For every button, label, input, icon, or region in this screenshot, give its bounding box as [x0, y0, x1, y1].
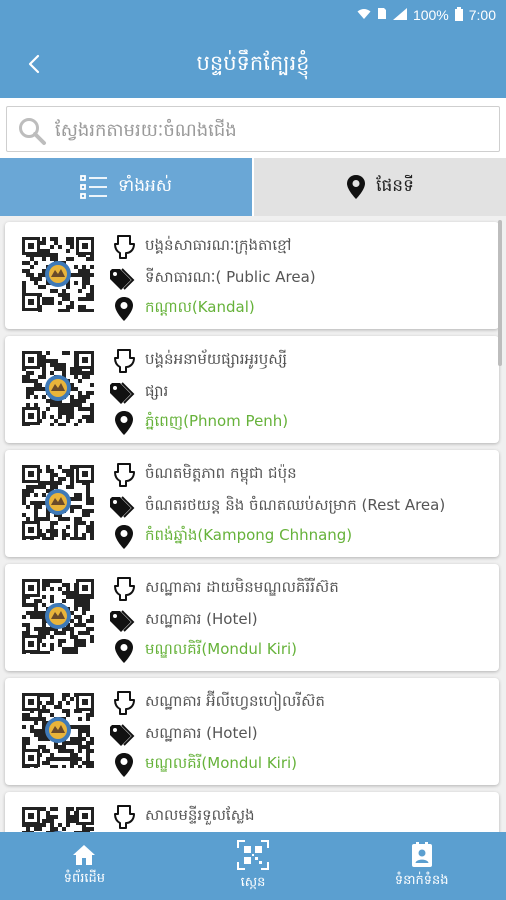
search-box[interactable]	[6, 106, 500, 152]
tab-map-label: ផែនទី	[376, 175, 414, 196]
item-name: បង្គន់អនាម័យផ្សារអូរឫស្សី	[145, 350, 288, 368]
item-name-row: សណ្ឋាគារ ដាយមិនមណ្ឌលគិរីរីស៊ត	[109, 576, 339, 602]
qr-code-icon	[21, 692, 95, 768]
location-pin-icon	[109, 296, 139, 322]
item-location: មណ្ឌលគិរី(Mondul Kiri)	[145, 640, 298, 658]
item-name-row: បង្គន់អនាម័យផ្សារអូរឫស្សី	[109, 348, 287, 374]
toilet-icon	[109, 804, 139, 830]
list-item[interactable]: សាលមន្ទីរទួលស្លែង	[5, 792, 499, 832]
item-location-row: មណ្ឌលគិរី(Mondul Kiri)	[109, 752, 297, 778]
view-tabs: ទាំងអស់ ផែនទី	[0, 158, 506, 216]
home-icon	[73, 844, 96, 865]
list-item[interactable]: បង្គន់អនាម័យផ្សារអូរឫស្សី ផ្សារ ភ្នំពេញ(…	[5, 336, 499, 443]
list-item[interactable]: សណ្ឋាគារ ដាយមិនមណ្ឌលគិរីរីស៊ត សណ្ឋាគារ (…	[5, 564, 499, 671]
location-pin-icon	[109, 752, 139, 778]
item-location: មណ្ឌលគិរី(Mondul Kiri)	[145, 754, 298, 772]
item-location-row: មណ្ឌលគិរី(Mondul Kiri)	[109, 638, 297, 664]
toilet-list: បង្គន់សាធារណៈក្រុងតាខ្មៅ ទីសាធារណៈ( Publ…	[0, 216, 506, 832]
tab-all[interactable]: ទាំងអស់	[0, 158, 252, 216]
item-name: សណ្ឋាគារ ដាយមិនមណ្ឌលគិរីរីស៊ត	[145, 578, 339, 596]
clock: 7:00	[468, 7, 496, 23]
qr-code-icon	[21, 578, 95, 654]
item-location-row: កំពង់ឆ្នាំង(Kampong Chhnang)	[109, 524, 352, 550]
item-location: កណ្តាល(Kandal)	[145, 298, 255, 316]
sim-icon	[377, 7, 387, 23]
app-bar: បន្ទប់ទឹកក្បែរខ្ញុំ	[0, 30, 506, 98]
wifi-icon	[357, 8, 371, 23]
bottom-nav: ទំព័រដើម ស្កេន ទំនាក់ទំនង	[0, 832, 506, 900]
tab-map[interactable]: ផែនទី	[252, 158, 506, 216]
item-category: ទីសាធារណៈ( Public Area)	[145, 268, 316, 286]
item-name: សាលមន្ទីរទួលស្លែង	[145, 806, 255, 824]
item-location-row: ភ្នំពេញ(Phnom Penh)	[109, 410, 288, 436]
qr-code-icon	[21, 464, 95, 540]
item-category-row: ចំណតរថយន្ត និង ចំណតឈប់សម្រាក (Rest Area)	[109, 494, 445, 520]
item-category-row: ទីសាធារណៈ( Public Area)	[109, 266, 316, 292]
battery-icon	[454, 6, 463, 24]
tab-all-label: ទាំងអស់	[118, 175, 172, 196]
contact-icon	[411, 841, 432, 867]
toilet-icon	[109, 234, 139, 260]
item-category: សណ្ឋាគារ (Hotel)	[145, 724, 258, 742]
page-title: បន្ទប់ទឹកក្បែរខ្ញុំ	[196, 51, 310, 75]
item-name-row: ចំណតមិត្តភាព កម្ពុជា ជប៉ុន	[109, 462, 297, 488]
item-category: ចំណតរថយន្ត និង ចំណតឈប់សម្រាក (Rest Area)	[145, 496, 446, 514]
nav-home[interactable]: ទំព័រដើម	[0, 832, 169, 900]
item-location-row: កណ្តាល(Kandal)	[109, 296, 255, 322]
item-category: សណ្ឋាគារ (Hotel)	[145, 610, 258, 628]
list-item[interactable]: បង្គន់សាធារណៈក្រុងតាខ្មៅ ទីសាធារណៈ( Publ…	[5, 222, 499, 329]
item-name-row: បង្គន់សាធារណៈក្រុងតាខ្មៅ	[109, 234, 291, 260]
status-bar: 100% 7:00	[0, 0, 506, 30]
qr-code-icon	[21, 350, 95, 426]
search-icon	[19, 118, 46, 145]
toilet-icon	[109, 462, 139, 488]
battery-level: 100%	[412, 7, 449, 23]
search-input[interactable]	[55, 113, 485, 147]
item-name: បង្គន់សាធារណៈក្រុងតាខ្មៅ	[145, 236, 292, 254]
toilet-icon	[109, 690, 139, 716]
toilet-icon	[109, 348, 139, 374]
item-name: សណ្ឋាគារ អ៊ីលីហ្វេនហៀលរីស៊ត	[145, 692, 325, 710]
nav-contact-label: ទំនាក់ទំនង	[394, 872, 449, 888]
item-name-row: សណ្ឋាគារ អ៊ីលីហ្វេនហៀលរីស៊ត	[109, 690, 325, 716]
qr-code-icon	[21, 236, 95, 312]
qr-scan-icon	[237, 839, 269, 870]
list-icon	[80, 175, 108, 199]
toilet-icon	[109, 576, 139, 602]
location-pin-icon	[109, 524, 139, 550]
tag-icon	[109, 722, 139, 748]
item-category: ផ្សារ	[145, 382, 169, 400]
location-pin-icon	[109, 410, 139, 436]
list-item[interactable]: ចំណតមិត្តភាព កម្ពុជា ជប៉ុន ចំណតរថយន្ត និ…	[5, 450, 499, 557]
nav-home-label: ទំព័រដើម	[63, 870, 105, 886]
list-item[interactable]: សណ្ឋាគារ អ៊ីលីហ្វេនហៀលរីស៊ត សណ្ឋាគារ (Ho…	[5, 678, 499, 785]
nav-contact[interactable]: ទំនាក់ទំនង	[337, 832, 506, 900]
tag-icon	[109, 266, 139, 292]
map-pin-icon	[347, 175, 366, 199]
item-name: ចំណតមិត្តភាព កម្ពុជា ជប៉ុន	[145, 464, 297, 482]
nav-scan-label: ស្កេន	[240, 874, 266, 890]
item-category-row: ផ្សារ	[109, 380, 168, 406]
scrollbar[interactable]	[498, 220, 502, 366]
nav-scan[interactable]: ស្កេន	[169, 832, 338, 900]
item-name-row: សាលមន្ទីរទួលស្លែង	[109, 804, 255, 830]
tag-icon	[109, 608, 139, 634]
tag-icon	[109, 380, 139, 406]
search-area	[0, 98, 506, 160]
tag-icon	[109, 494, 139, 520]
qr-code-icon	[21, 806, 95, 832]
item-location: ភ្នំពេញ(Phnom Penh)	[145, 412, 289, 430]
location-pin-icon	[109, 638, 139, 664]
signal-icon	[392, 7, 407, 23]
item-category-row: សណ្ឋាគារ (Hotel)	[109, 608, 258, 634]
item-category-row: សណ្ឋាគារ (Hotel)	[109, 722, 258, 748]
item-location: កំពង់ឆ្នាំង(Kampong Chhnang)	[145, 526, 353, 544]
